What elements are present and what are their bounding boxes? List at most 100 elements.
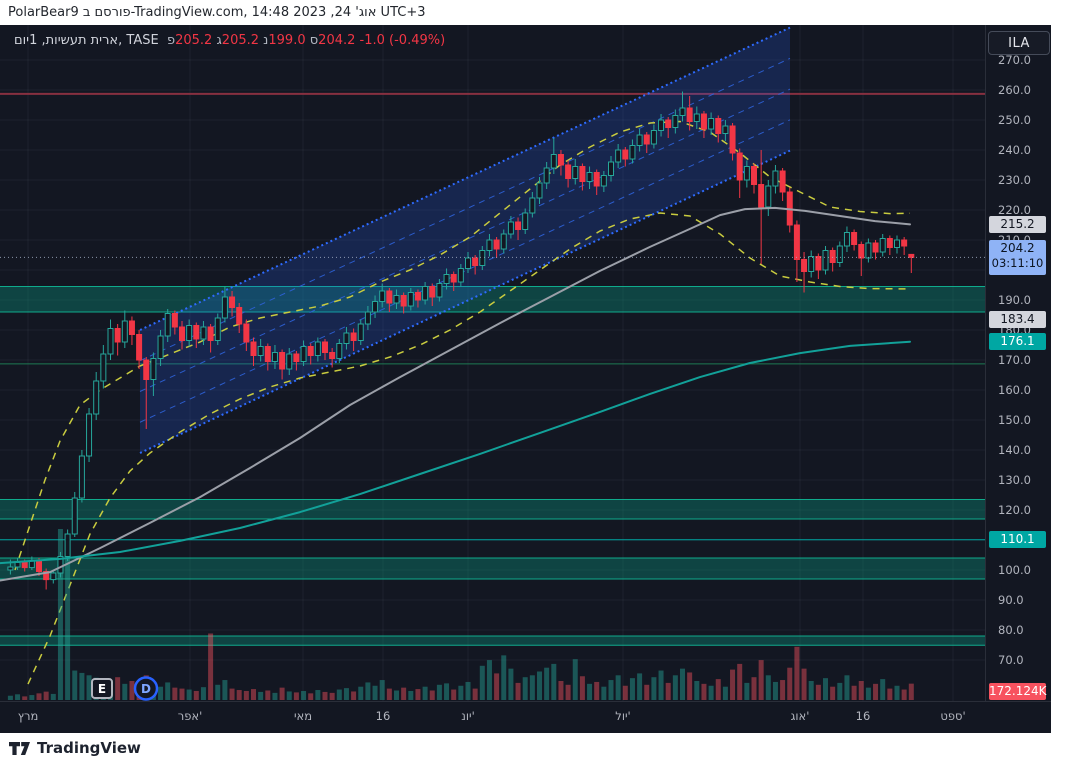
candle-up [93,380,100,415]
volume-bar [908,683,914,700]
symbol-badge[interactable]: ILA [988,31,1050,55]
volume-bar [494,673,500,700]
candle-down [801,259,808,272]
volume-bar [358,686,364,700]
candle-down [429,286,436,298]
volume-bar [451,689,457,700]
volume-bar [179,688,185,700]
volume-bar [36,693,42,700]
supply-demand-zone [0,558,985,579]
volume-bar [622,685,628,700]
candle-down [143,359,150,380]
candle-up [865,242,872,259]
candle-up [186,325,193,341]
volume-bar [172,687,178,700]
candle-down [136,334,143,361]
candle-down [872,242,879,253]
candle-up [500,233,507,250]
candle-down [622,149,629,160]
candle-down [665,119,672,128]
supply-demand-zone [0,286,985,312]
volume-bar [79,672,85,700]
attribution-author: PolarBear9 [8,5,83,20]
volume-bar [465,681,471,700]
volume-bar [408,690,414,700]
volume-bar [379,680,385,700]
volume-bar [858,681,864,700]
candle-down [307,346,314,356]
candle-up [536,182,543,199]
attribution-site-datetime: -TradingView.com, 14:48 2023 ,24 [130,5,356,20]
y-axis-tick: 160.0 [998,383,1031,397]
candle-down [700,113,707,130]
x-axis-label: אפר' [177,709,203,723]
candle-up [157,335,164,359]
candle-down [793,224,800,260]
volume-bar [7,695,13,700]
countdown-timer: 03:11:10 [991,255,1044,270]
price-axis[interactable]: 270.0260.0250.0240.0230.0220.0210.0200.0… [985,25,1051,701]
volume-bar [129,681,135,700]
supply-demand-zone [0,499,985,519]
candle-up [600,175,607,187]
volume-bar [422,686,428,700]
candle-down [264,346,271,362]
volume-bar [608,680,614,700]
volume-bar [86,675,92,700]
candle-up [14,562,21,568]
candle-up [50,572,57,581]
candle-up [71,497,78,535]
volume-bar [823,678,828,700]
volume-bar [815,684,821,700]
volume-bar [537,671,542,700]
candle-up [271,352,278,362]
volume-bar [158,686,164,700]
candle-down [858,244,865,259]
candle-up [372,301,379,313]
candle-down [643,134,650,145]
candle-down [557,154,564,166]
volume-bar [115,677,121,700]
candle-up [150,358,157,380]
volume-bar [772,681,778,700]
chart-area[interactable]: ED ארית תעשיות, 1יום, TASE פ 205.2 ג 205.2… [0,25,1051,733]
candle-up [214,317,221,341]
candle-down [779,170,786,193]
candle-down [472,257,479,266]
x-axis-label: מאי [293,709,313,723]
price-chart-canvas[interactable]: ED [0,25,985,701]
attribution-month: אוג' [355,5,377,20]
page: PolarBear9 פורסם ב -TradingView.com, 14:4… [0,0,1067,763]
candle-up [364,311,371,325]
volume-bar [501,655,507,700]
volume-bar [515,682,521,700]
candle-up [286,353,293,370]
time-axis[interactable]: מרץ אפר' מאי 16 יונ' יול' אוג' 16 ספט' [0,701,1051,731]
tradingview-brand-text[interactable]: TradingView [37,739,141,757]
volume-bar [708,685,714,700]
volume-bar [315,690,321,700]
candle-up [693,113,700,122]
candle-up [107,328,114,355]
volume-bar [844,675,850,700]
tradingview-logo-icon[interactable] [9,741,30,755]
candle-down [579,166,586,182]
candle-down [565,164,572,179]
x-axis-label: אוג' [790,709,810,723]
candle-up [486,239,493,251]
candle-up [443,274,450,284]
volume-bar [873,683,879,700]
x-axis-label: 16 [375,709,391,723]
candle-up [100,353,107,382]
candle-up [393,295,400,304]
volume-bar [165,682,171,700]
volume-bar [265,690,271,700]
volume-bar [579,676,585,700]
y-axis-tick: 240.0 [998,143,1031,157]
candle-down [493,239,500,250]
price-level-label: 110.1 [989,531,1046,549]
candle-up [572,166,579,179]
volume-bar [787,667,793,700]
volume-bar [479,665,485,700]
volume-bar [229,688,235,700]
